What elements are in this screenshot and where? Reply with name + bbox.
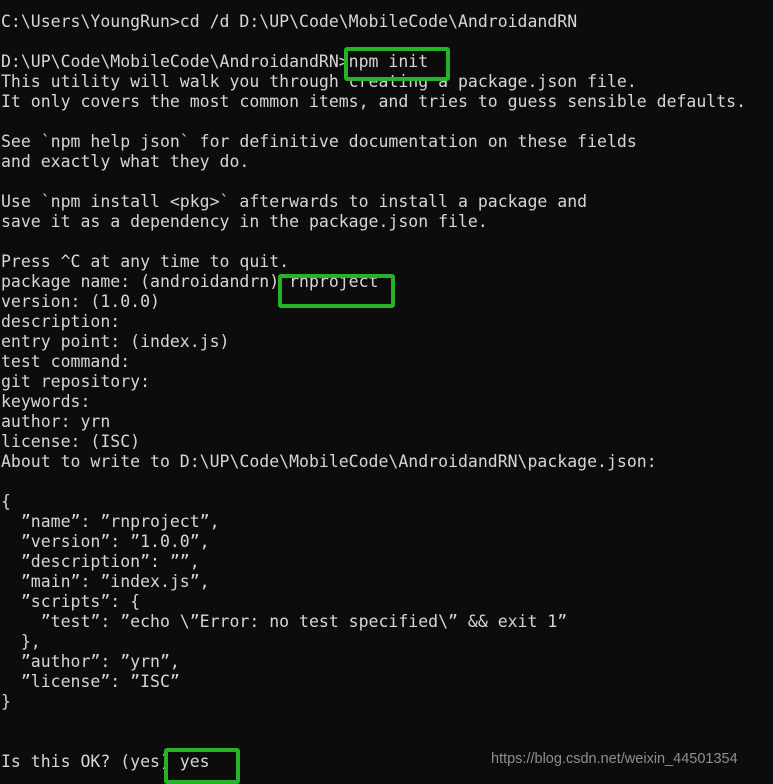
console-line: }, — [1, 632, 41, 651]
console-line: description: — [1, 312, 121, 331]
console-line: } — [1, 692, 11, 711]
console-line: ”license”: ”ISC” — [1, 672, 180, 691]
console-line: version: (1.0.0) — [1, 292, 160, 311]
console-line: Use `npm install <pkg>` afterwards to in… — [1, 192, 588, 211]
console-line: ”scripts”: { — [1, 592, 141, 611]
console-line: and exactly what they do. — [1, 152, 250, 171]
console-line: { — [1, 492, 11, 511]
console-line: entry point: (index.js) — [1, 332, 230, 351]
console-line: Press ^C at any time to quit. — [1, 252, 290, 271]
console-line: package name: (androidandrn) rnproject — [1, 272, 379, 291]
console-line: C:\Users\YoungRun>cd /d D:\UP\Code\Mobil… — [1, 12, 578, 31]
console-line: See `npm help json` for definitive docum… — [1, 132, 637, 151]
console-line: ”main”: ”index.js”, — [1, 572, 210, 591]
console-line: keywords: — [1, 392, 91, 411]
terminal-window[interactable]: C:\Users\YoungRun>cd /d D:\UP\Code\Mobil… — [0, 0, 773, 784]
console-line: test command: — [1, 352, 131, 371]
console-line: save it as a dependency in the package.j… — [1, 212, 488, 231]
console-line: It only covers the most common items, an… — [1, 92, 747, 111]
watermark-url: https://blog.csdn.net/weixin_44501354 — [491, 751, 738, 767]
console-line: About to write to D:\UP\Code\MobileCode\… — [1, 452, 657, 471]
console-line: author: yrn — [1, 412, 111, 431]
console-line: ”test”: ”echo \”Error: no test specified… — [1, 612, 568, 631]
console-line: ”description”: ””, — [1, 552, 200, 571]
console-line: ”author”: ”yrn”, — [1, 652, 180, 671]
console-output: C:\Users\YoungRun>cd /d D:\UP\Code\Mobil… — [1, 12, 746, 772]
console-line: git repository: — [1, 372, 151, 391]
console-line: ”name”: ”rnproject”, — [1, 512, 220, 531]
console-line: This utility will walk you through creat… — [1, 72, 637, 91]
console-line: license: (ISC) — [1, 432, 141, 451]
console-line: D:\UP\Code\MobileCode\AndroidandRN>npm i… — [1, 52, 429, 71]
console-line: ”version”: ”1.0.0”, — [1, 532, 210, 551]
